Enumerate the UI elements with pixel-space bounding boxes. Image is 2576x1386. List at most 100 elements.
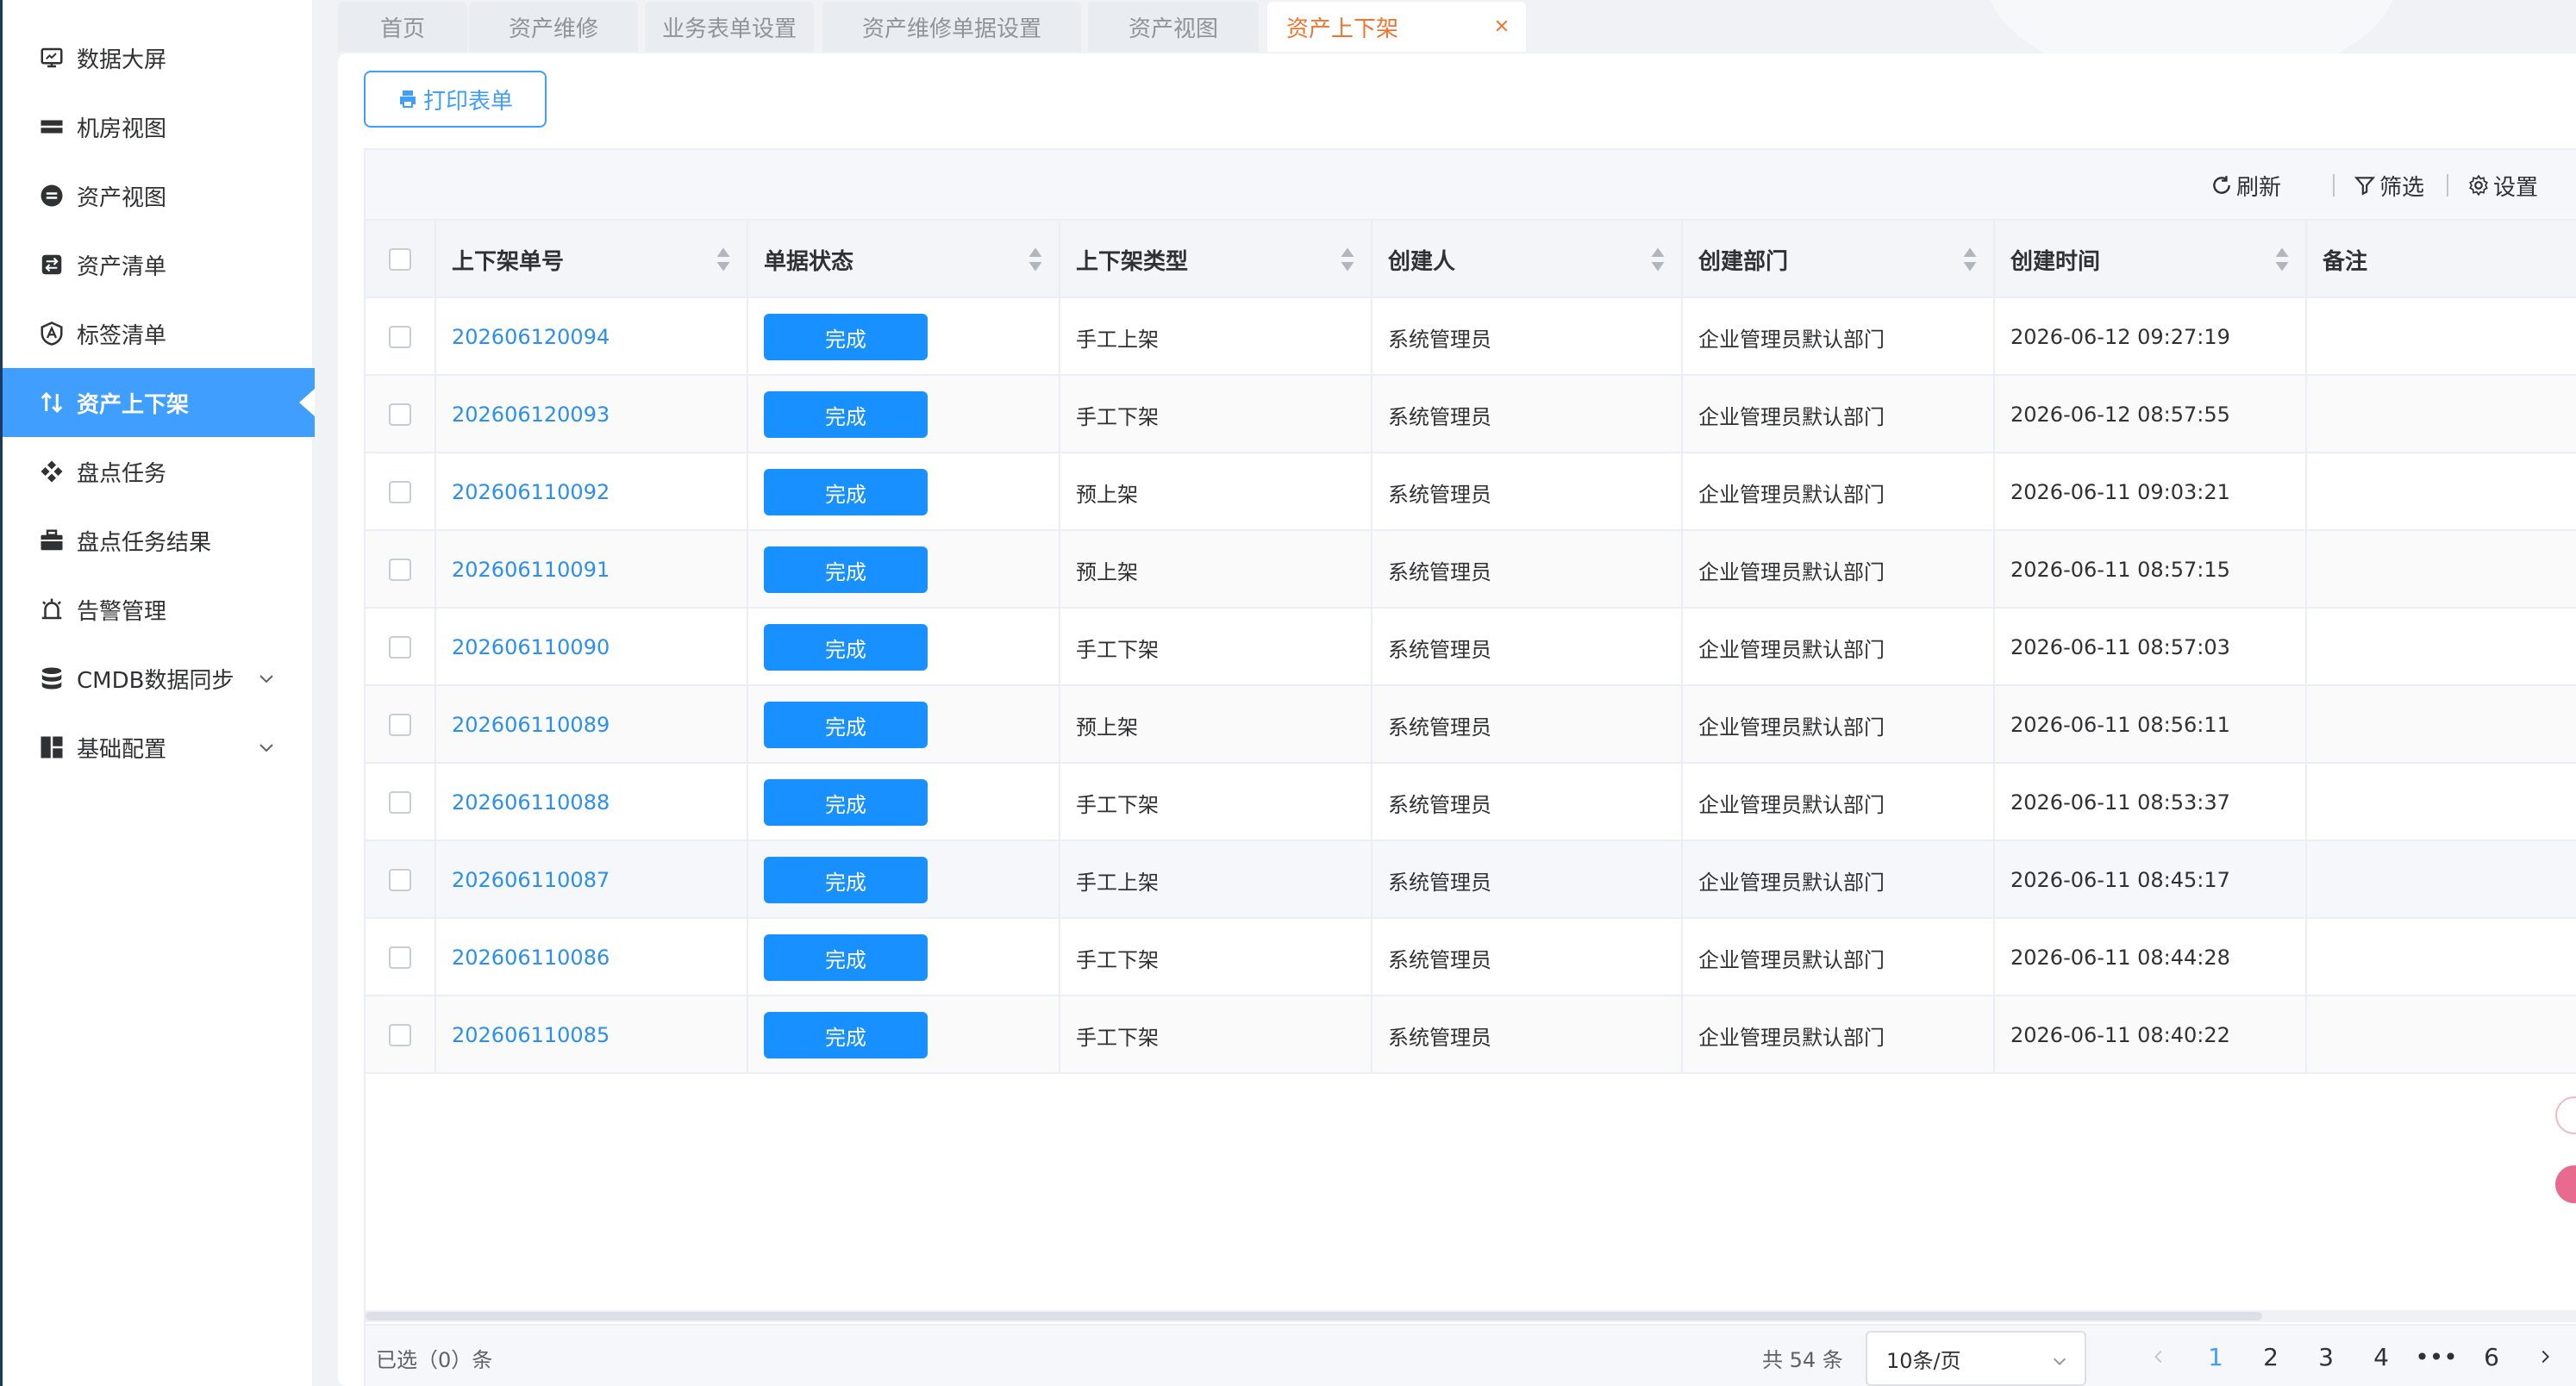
order-number-link[interactable]: 202606110085 — [452, 1023, 610, 1047]
table-row[interactable]: 202606110089 完成 预上架 系统管理员 企业管理员默认部门 2026-06-1… — [366, 686, 2576, 764]
status-button[interactable]: 完成 — [764, 314, 928, 360]
order-number-link[interactable]: 202606120093 — [452, 403, 610, 427]
prev-page-button[interactable] — [2136, 1334, 2181, 1379]
cell-dept: 企业管理员默认部门 — [1683, 531, 1995, 609]
status-button[interactable]: 完成 — [764, 391, 928, 438]
sidebar-item-11[interactable]: 基础配置 — [3, 713, 315, 782]
column-header-id[interactable]: 上下架单号 — [436, 221, 748, 298]
page-number[interactable]: 3 — [2304, 1334, 2348, 1379]
print-form-button[interactable]: 打印表单 — [364, 71, 547, 128]
status-button[interactable]: 完成 — [764, 546, 928, 593]
table-row[interactable]: 202606110090 完成 手工下架 系统管理员 企业管理员默认部门 2026-06-… — [366, 609, 2576, 686]
row-checkbox[interactable] — [389, 481, 411, 503]
sort-icon[interactable] — [716, 247, 731, 272]
chevron-down-icon[interactable] — [256, 668, 277, 689]
tab-bar: 首页 资产维修 业务表单设置 资产维修单据设置 资产视图 资产上下架 — [312, 0, 2576, 86]
page-number[interactable]: 4 — [2359, 1334, 2404, 1379]
tab-3[interactable]: 业务表单设置 — [645, 2, 814, 52]
sidebar-item-6[interactable]: 资产上下架 — [3, 368, 315, 437]
row-select-cell — [366, 764, 436, 841]
page-number[interactable]: 2 — [2248, 1334, 2293, 1379]
row-checkbox[interactable] — [389, 326, 411, 348]
row-checkbox[interactable] — [389, 869, 411, 891]
order-number-link[interactable]: 202606110090 — [452, 635, 610, 659]
next-page-button[interactable] — [2523, 1334, 2567, 1379]
order-number-link[interactable]: 202606110086 — [452, 946, 610, 970]
tab-6[interactable]: 资产上下架 — [1267, 2, 1526, 52]
cell-text: 企业管理员默认部门 — [1698, 637, 1885, 662]
page-number[interactable]: 6 — [2469, 1334, 2514, 1379]
sidebar-item-7[interactable]: 盘点任务 — [3, 437, 315, 506]
column-header-type[interactable]: 上下架类型 — [1060, 221, 1372, 298]
page-number[interactable]: 1 — [2193, 1334, 2238, 1379]
settings-button[interactable]: 设置 — [2467, 171, 2538, 201]
scrollbar-thumb[interactable] — [366, 1312, 2262, 1320]
page-size-select[interactable]: 10条/页 — [1866, 1331, 2086, 1386]
horizontal-scrollbar[interactable] — [366, 1310, 2576, 1322]
sidebar-item-9[interactable]: 告警管理 — [3, 575, 315, 644]
column-header-label: 单据状态 — [764, 248, 854, 275]
table-row[interactable]: 202606110091 完成 预上架 系统管理员 企业管理员默认部门 2026-06-1… — [366, 531, 2576, 609]
status-button[interactable]: 完成 — [764, 702, 928, 748]
row-checkbox[interactable] — [389, 1024, 411, 1046]
status-button[interactable]: 完成 — [764, 1012, 928, 1058]
sidebar-item-10[interactable]: CMDB数据同步 — [3, 644, 315, 713]
row-checkbox[interactable] — [389, 714, 411, 736]
status-button[interactable]: 完成 — [764, 624, 928, 671]
status-button[interactable]: 完成 — [764, 857, 928, 903]
status-button[interactable]: 完成 — [764, 469, 928, 515]
sort-icon[interactable] — [1028, 247, 1043, 272]
status-button[interactable]: 完成 — [764, 934, 928, 981]
page-ellipsis[interactable]: ••• — [2414, 1334, 2459, 1379]
row-checkbox[interactable] — [389, 559, 411, 581]
column-header-time[interactable]: 创建时间 — [1995, 221, 2307, 298]
row-checkbox[interactable] — [389, 791, 411, 814]
sidebar-item-4[interactable]: 资产清单 — [3, 230, 315, 299]
cell-text: 企业管理员默认部门 — [1698, 559, 1885, 584]
sort-icon[interactable] — [1650, 247, 1666, 272]
refresh-button[interactable]: 刷新 — [2210, 171, 2281, 201]
sort-icon[interactable] — [1962, 247, 1978, 272]
filter-button[interactable]: 筛选 — [2354, 171, 2424, 201]
sidebar-item-1[interactable]: 数据大屏 — [3, 23, 315, 92]
table-row[interactable]: 202606110092 完成 预上架 系统管理员 企业管理员默认部门 2026-06-1… — [366, 453, 2576, 531]
config-icon — [39, 734, 65, 760]
sidebar-item-3[interactable]: 资产视图 — [3, 161, 315, 230]
tab-1[interactable]: 首页 — [338, 2, 467, 52]
order-number-link[interactable]: 202606110092 — [452, 480, 610, 504]
table-row[interactable]: 202606110087 完成 手工上架 系统管理员 企业管理员默认部门 2026-06-… — [366, 841, 2576, 919]
row-select-cell — [366, 609, 436, 686]
tab-4[interactable]: 资产维修单据设置 — [822, 2, 1081, 52]
sort-icon[interactable] — [2274, 247, 2290, 272]
table-row[interactable]: 202606110085 完成 手工下架 系统管理员 企业管理员默认部门 2026-06-… — [366, 996, 2576, 1074]
table-row[interactable]: 202606110086 完成 手工下架 系统管理员 企业管理员默认部门 2026-06-… — [366, 919, 2576, 996]
sidebar-item-2[interactable]: 机房视图 — [3, 92, 315, 161]
close-icon[interactable] — [1493, 17, 1510, 34]
status-button[interactable]: 完成 — [764, 779, 928, 826]
row-checkbox[interactable] — [389, 403, 411, 426]
sidebar-item-5[interactable]: 标签清单 — [3, 299, 315, 368]
sidebar-item-label: 资产上下架 — [77, 391, 190, 418]
row-checkbox[interactable] — [389, 946, 411, 969]
order-number-link[interactable]: 202606110088 — [452, 790, 610, 815]
table-row[interactable]: 202606120094 完成 手工上架 系统管理员 企业管理员默认部门 2026-06-… — [366, 298, 2576, 376]
order-number-link[interactable]: 202606110091 — [452, 558, 610, 582]
row-checkbox[interactable] — [389, 636, 411, 659]
column-header-dept[interactable]: 创建部门 — [1683, 221, 1995, 298]
tab-2[interactable]: 资产维修 — [469, 2, 638, 52]
sort-icon[interactable] — [1340, 247, 1355, 272]
cell-status: 完成 — [748, 686, 1060, 764]
column-header-creator[interactable]: 创建人 — [1372, 221, 1683, 298]
cell-text: 系统管理员 — [1388, 327, 1491, 352]
tab-5[interactable]: 资产视图 — [1088, 2, 1259, 52]
chevron-down-icon[interactable] — [256, 737, 277, 758]
page-size-value: 10条/页 — [1886, 1348, 1961, 1373]
sidebar-item-8[interactable]: 盘点任务结果 — [3, 506, 315, 575]
column-header-status[interactable]: 单据状态 — [748, 221, 1060, 298]
select-all-checkbox[interactable] — [389, 248, 411, 271]
table-row[interactable]: 202606110088 完成 手工下架 系统管理员 企业管理员默认部门 2026-06-… — [366, 764, 2576, 841]
order-number-link[interactable]: 202606110087 — [452, 868, 610, 892]
table-row[interactable]: 202606120093 完成 手工下架 系统管理员 企业管理员默认部门 2026-06-… — [366, 376, 2576, 453]
order-number-link[interactable]: 202606110089 — [452, 713, 610, 737]
order-number-link[interactable]: 202606120094 — [452, 325, 610, 349]
